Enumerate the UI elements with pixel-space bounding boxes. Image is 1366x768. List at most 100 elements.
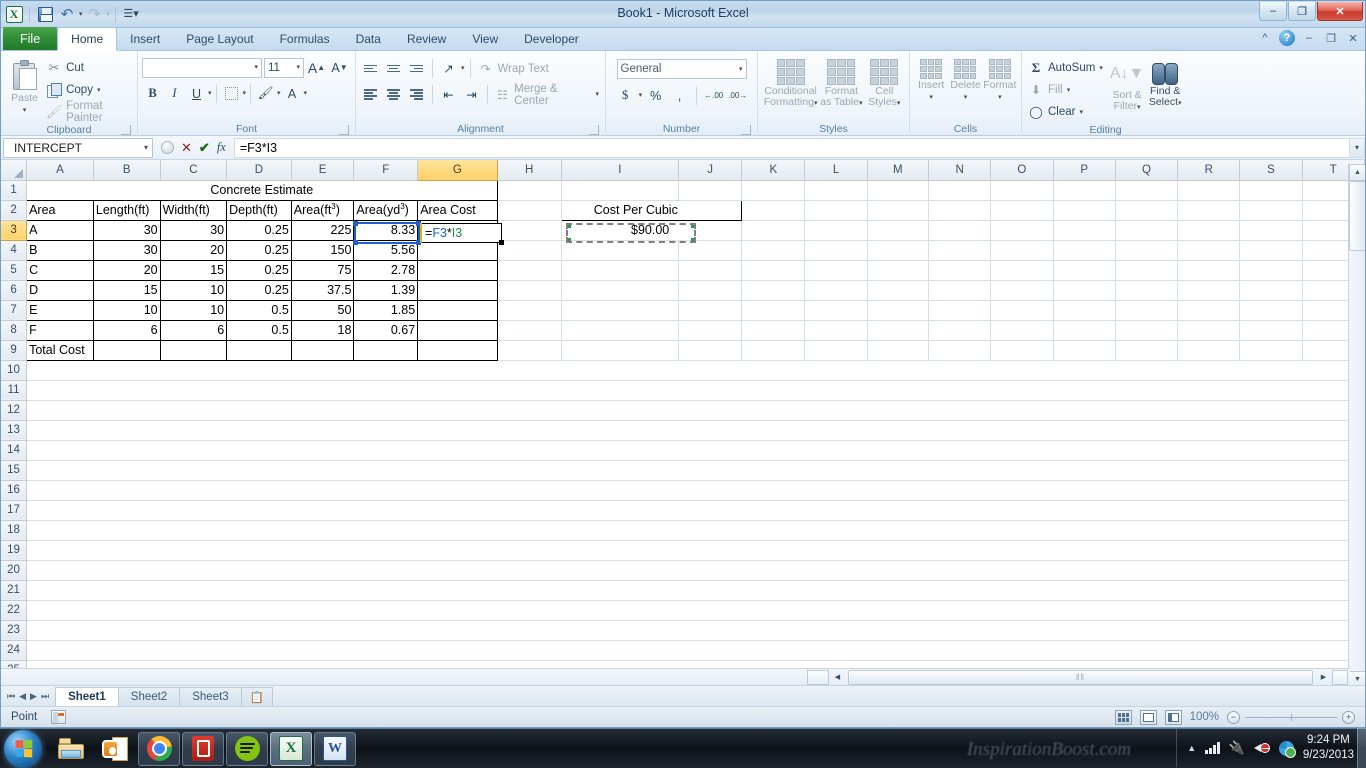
cell-J5[interactable] — [678, 260, 743, 281]
column-header-F[interactable]: F — [353, 160, 419, 181]
empty-row-cells[interactable] — [26, 560, 1365, 581]
cell-M5[interactable] — [867, 260, 929, 281]
number-format-select[interactable]: General ▾ — [616, 59, 747, 79]
font-size-input[interactable]: 11 ▾ — [264, 57, 304, 78]
cell-R6[interactable] — [1177, 280, 1241, 301]
cell-B9[interactable] — [92, 339, 161, 361]
prev-sheet-icon[interactable]: ◀ — [19, 691, 26, 702]
cell-F7[interactable]: 1.85 — [353, 299, 419, 321]
cell-F2[interactable]: Area(yd3) — [353, 199, 419, 221]
align-center-icon[interactable] — [383, 84, 404, 105]
format-cells-button[interactable]: Format ▾ — [983, 57, 1017, 102]
cell-H9[interactable] — [497, 340, 562, 361]
taskbar-microsoft-outlook[interactable] — [94, 732, 136, 766]
cell-Q9[interactable] — [1115, 340, 1179, 361]
cell-H8[interactable] — [497, 320, 562, 341]
cell-S2[interactable] — [1239, 200, 1303, 221]
comma-format-icon[interactable]: , — [669, 85, 690, 106]
number-format-caret[interactable]: ▾ — [739, 66, 743, 73]
cell-F4[interactable]: 5.56 — [353, 239, 419, 261]
column-header-M[interactable]: M — [867, 160, 929, 181]
cell-F8[interactable]: 0.67 — [353, 319, 419, 341]
empty-row-cells[interactable] — [26, 600, 1365, 621]
sort-filter-button[interactable]: A↓▼ Sort & Filter▾ — [1109, 57, 1146, 112]
borders-caret[interactable]: ▾ — [243, 90, 247, 97]
cell-A2[interactable]: Area — [26, 199, 94, 221]
cell-K6[interactable] — [741, 280, 806, 301]
row-header-21[interactable]: 21 — [1, 580, 28, 601]
help-icon[interactable]: ? — [1279, 30, 1295, 46]
split-handle-right[interactable] — [1332, 669, 1348, 685]
next-sheet-icon[interactable]: ▶ — [30, 691, 37, 702]
cell-D4[interactable]: 0.25 — [226, 239, 292, 261]
minimize-workbook-icon[interactable]: – — [1301, 30, 1317, 46]
cell-H2[interactable] — [497, 200, 562, 221]
cell-A8[interactable]: F — [26, 319, 94, 341]
cell-Q1[interactable] — [1115, 180, 1179, 201]
clear-caret[interactable]: ▾ — [1079, 109, 1083, 116]
cell-E2[interactable]: Area(ft3) — [290, 199, 355, 221]
column-header-J[interactable]: J — [678, 160, 743, 181]
cell-Q7[interactable] — [1115, 300, 1179, 321]
cell-K5[interactable] — [741, 260, 806, 281]
row-header-2[interactable]: 2 — [1, 200, 28, 221]
cell-J4[interactable] — [678, 240, 743, 261]
cell-N9[interactable] — [928, 340, 992, 361]
cell-E9[interactable] — [290, 339, 355, 361]
cell-C8[interactable]: 6 — [159, 319, 228, 341]
percent-format-icon[interactable]: % — [645, 85, 666, 106]
cell-B4[interactable]: 30 — [92, 239, 161, 261]
cell-K7[interactable] — [741, 300, 806, 321]
row-header-18[interactable]: 18 — [1, 520, 28, 541]
restore-workbook-icon[interactable]: ❐ — [1323, 30, 1339, 46]
currency-caret[interactable]: ▾ — [639, 92, 643, 99]
empty-row-cells[interactable] — [26, 520, 1365, 541]
cell-S1[interactable] — [1239, 180, 1303, 201]
column-header-Q[interactable]: Q — [1115, 160, 1179, 181]
fill-button[interactable]: ⬇ Fill ▾ — [1026, 79, 1105, 101]
vertical-scrollbar[interactable]: ▲ ▼ — [1348, 164, 1365, 688]
cell-J8[interactable] — [678, 320, 743, 341]
cell-R5[interactable] — [1177, 260, 1241, 281]
zoom-out-button[interactable]: − — [1227, 710, 1240, 724]
cell-title[interactable]: Concrete Estimate — [26, 179, 498, 201]
cell-A5[interactable]: C — [26, 259, 94, 281]
cell-H5[interactable] — [497, 260, 562, 281]
restore-button[interactable]: ❐ — [1288, 2, 1316, 21]
tab-formulas[interactable]: Formulas — [267, 27, 343, 50]
cell-P3[interactable] — [1053, 220, 1116, 241]
column-header-N[interactable]: N — [928, 160, 992, 181]
empty-row-cells[interactable] — [26, 440, 1365, 461]
cell-C2[interactable]: Width(ft) — [159, 199, 228, 221]
cell-K4[interactable] — [741, 240, 806, 261]
cell-L7[interactable] — [804, 300, 868, 321]
row-header-3[interactable]: 3 — [1, 220, 28, 241]
autosum-button[interactable]: Σ AutoSum ▾ — [1026, 57, 1105, 79]
copy-dropdown-caret[interactable]: ▾ — [97, 87, 101, 94]
cell-E3[interactable]: 225 — [290, 219, 355, 241]
cell-J6[interactable] — [678, 280, 743, 301]
cell-O9[interactable] — [990, 340, 1054, 361]
cell-A7[interactable]: E — [26, 299, 94, 321]
tab-review[interactable]: Review — [394, 27, 459, 50]
taskbar-microsoft-word[interactable]: W — [314, 731, 356, 766]
empty-row-cells[interactable] — [26, 420, 1365, 441]
cell-M1[interactable] — [867, 180, 929, 201]
cell-R8[interactable] — [1177, 320, 1241, 341]
font-dialog-launcher[interactable] — [339, 125, 349, 135]
cell-N3[interactable] — [928, 220, 992, 241]
cell-B8[interactable]: 6 — [92, 319, 161, 341]
cell-O4[interactable] — [990, 240, 1054, 261]
cell-C6[interactable]: 10 — [159, 279, 228, 301]
cell-I5[interactable] — [561, 260, 680, 281]
taskbar-microsoft-excel[interactable]: X — [270, 731, 312, 766]
cell-Q4[interactable] — [1115, 240, 1179, 261]
spreadsheet-grid[interactable]: A B C D E F G H I J K L M N O P Q R S T … — [1, 160, 1365, 694]
cell-D3[interactable]: 0.25 — [226, 219, 292, 241]
device-icon[interactable]: 🔌 — [1229, 740, 1245, 756]
bold-button[interactable]: B — [142, 83, 163, 104]
cell-G5[interactable] — [417, 259, 498, 281]
formula-input[interactable]: =F3*I3 — [233, 137, 1349, 158]
enter-formula-icon[interactable]: ✔ — [199, 140, 210, 156]
row-header-11[interactable]: 11 — [1, 380, 28, 401]
